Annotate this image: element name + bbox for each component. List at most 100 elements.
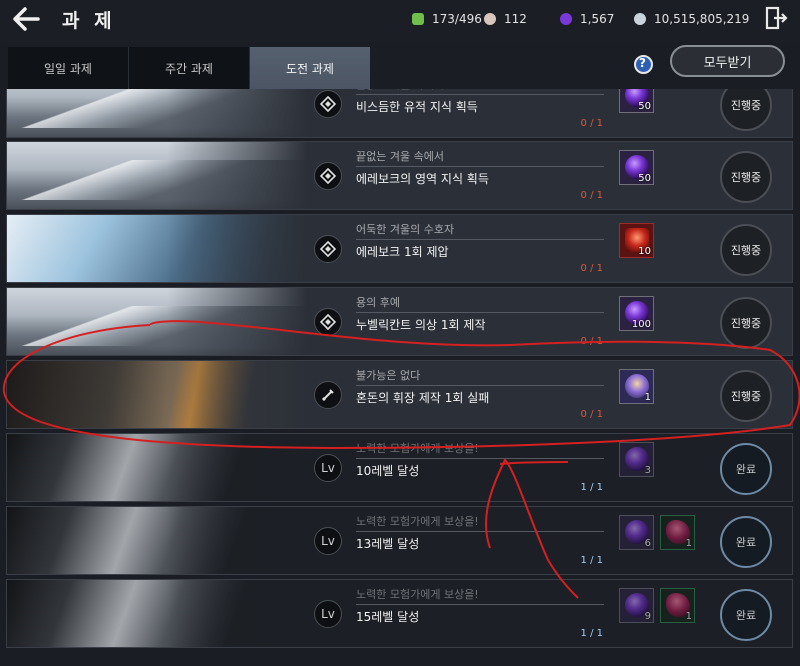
- quest-progress: 0 / 1: [580, 263, 603, 274]
- green-gem-icon: [412, 13, 424, 25]
- quest-banner-image: [7, 507, 307, 574]
- quest-category: 불가능은 없다: [356, 369, 421, 382]
- currency-purple: 1,567: [560, 9, 614, 29]
- currency-value: 173/496: [432, 12, 482, 26]
- complete-button[interactable]: 완료: [720, 443, 772, 495]
- reward-item[interactable]: 6: [619, 515, 654, 550]
- divider: [356, 312, 604, 313]
- divider: [356, 166, 604, 167]
- reward-item[interactable]: 9: [619, 588, 654, 623]
- quest-row[interactable]: 용의 후예누벨릭칸트 의상 1회 제작 0 / 1 100 진행중: [6, 287, 793, 356]
- silver-coin-icon: [634, 13, 646, 25]
- quest-banner-image: [7, 142, 307, 209]
- quest-progress: 1 / 1: [580, 555, 603, 566]
- pearl-icon: [484, 13, 496, 25]
- quest-category: 노력한 모험가에게 보상을!: [356, 442, 479, 455]
- quest-progress: 1 / 1: [580, 482, 603, 493]
- reward-quantity: 6: [644, 538, 651, 549]
- level-icon: Lv: [314, 527, 342, 555]
- in-progress-button[interactable]: 진행중: [720, 297, 772, 349]
- quest-progress: 0 / 1: [580, 336, 603, 347]
- reward-quantity: 50: [638, 101, 651, 112]
- reward-quantity: 1: [644, 392, 651, 403]
- divider: [356, 239, 604, 240]
- receive-all-button[interactable]: 모두받기: [670, 45, 785, 77]
- complete-button[interactable]: 완료: [720, 516, 772, 568]
- in-progress-button[interactable]: 진행중: [720, 370, 772, 422]
- quest-title: 누벨릭칸트 의상 1회 제작: [356, 318, 486, 332]
- currency-value: 10,515,805,219: [654, 12, 750, 26]
- reward-item[interactable]: 1: [619, 369, 654, 404]
- quest-banner-image: [7, 361, 307, 428]
- quest-progress: 0 / 1: [580, 409, 603, 420]
- quest-category: 끝없는 겨울 속에서: [356, 150, 444, 163]
- page-title: 과 제: [62, 10, 116, 32]
- tab-challenge[interactable]: 도전 과제: [250, 47, 370, 89]
- currency-energy: 173/496: [412, 9, 482, 29]
- quest-category: 어둑한 겨울의 수호자: [356, 223, 455, 236]
- divider: [356, 458, 604, 459]
- divider: [356, 94, 604, 95]
- reward-item[interactable]: 100: [619, 296, 654, 331]
- reward-item[interactable]: 1: [660, 515, 695, 550]
- currency-pearl: 112: [484, 9, 527, 29]
- quest-title: 10레벨 달성: [356, 464, 420, 478]
- quest-title: 혼돈의 휘장 제작 1회 실패: [356, 391, 490, 405]
- quest-title: 비스듬한 유적 지식 획득: [356, 100, 478, 114]
- quest-row[interactable]: Lv 노력한 모험가에게 보상을! 13레벨 달성 1 / 1 6 1 완료: [6, 506, 793, 575]
- quest-title: 에레보크 1회 제압: [356, 245, 449, 259]
- quest-list[interactable]: 끝없는 겨울 속에서비스듬한 유적 지식 획득0 / 150진행중끝없는 겨울 …: [0, 89, 800, 666]
- divider: [356, 604, 604, 605]
- in-progress-button[interactable]: 진행중: [720, 151, 772, 203]
- complete-button[interactable]: 완료: [720, 589, 772, 641]
- compass-icon: [314, 162, 342, 190]
- compass-icon: [314, 308, 342, 336]
- reward-quantity: 100: [631, 319, 651, 330]
- reward-quantity: 10: [638, 246, 651, 257]
- reward-quantity: 50: [638, 173, 651, 184]
- level-icon: Lv: [314, 600, 342, 628]
- compass-icon: [314, 90, 342, 118]
- quest-progress: 1 / 1: [580, 628, 603, 639]
- quest-category: 노력한 모험가에게 보상을!: [356, 515, 479, 528]
- reward-item[interactable]: 50: [619, 89, 654, 113]
- quest-banner-image: [7, 580, 307, 647]
- quest-row[interactable]: 끝없는 겨울 속에서비스듬한 유적 지식 획득 0 / 1 50 진행중: [6, 89, 793, 138]
- quest-banner-image: [7, 434, 307, 501]
- level-icon-label: Lv: [321, 607, 335, 621]
- craft-icon: [314, 381, 342, 409]
- reward-item[interactable]: 10: [619, 223, 654, 258]
- quest-banner-image: [7, 215, 307, 282]
- tab-weekly[interactable]: 주간 과제: [129, 47, 250, 89]
- reward-quantity: 1: [685, 538, 692, 549]
- quest-title: 13레벨 달성: [356, 537, 420, 551]
- quest-title: 15레벨 달성: [356, 610, 420, 624]
- reward-item[interactable]: 50: [619, 150, 654, 185]
- quest-category: 끝없는 겨울 속에서: [356, 89, 444, 92]
- level-icon-label: Lv: [321, 534, 335, 548]
- help-icon[interactable]: [634, 55, 653, 74]
- level-icon-label: Lv: [321, 461, 335, 475]
- reward-item[interactable]: 3: [619, 442, 654, 477]
- back-arrow-icon[interactable]: [10, 4, 44, 34]
- quest-category: 용의 후예: [356, 296, 400, 309]
- reward-quantity: 3: [644, 465, 651, 476]
- quest-row[interactable]: Lv 노력한 모험가에게 보상을! 10레벨 달성 1 / 1 3 완료: [6, 433, 793, 502]
- divider: [356, 385, 604, 386]
- quest-row[interactable]: 어둑한 겨울의 수호자에레보크 1회 제압 0 / 1 10 진행중: [6, 214, 793, 283]
- quest-banner-image: [7, 89, 307, 137]
- quest-row[interactable]: 불가능은 없다혼돈의 휘장 제작 1회 실패 0 / 1 1 진행중: [6, 360, 793, 429]
- quest-row[interactable]: 끝없는 겨울 속에서 에레보크의 영역 지식 획득 0 / 1 50 진행중: [6, 141, 793, 210]
- reward-item[interactable]: 1: [660, 588, 695, 623]
- quest-banner-image: [7, 288, 307, 355]
- tab-daily[interactable]: 일일 과제: [8, 47, 129, 89]
- exit-icon[interactable]: [764, 6, 788, 30]
- compass-icon: [314, 235, 342, 263]
- currency-value: 1,567: [580, 12, 615, 26]
- quest-category: 노력한 모험가에게 보상을!: [356, 588, 479, 601]
- quest-row[interactable]: Lv 노력한 모험가에게 보상을! 15레벨 달성 1 / 1 9 1 완료: [6, 579, 793, 648]
- reward-quantity: 9: [644, 611, 651, 622]
- in-progress-button[interactable]: 진행중: [720, 224, 772, 276]
- in-progress-button[interactable]: 진행중: [720, 89, 772, 131]
- quest-progress: 0 / 1: [580, 118, 603, 129]
